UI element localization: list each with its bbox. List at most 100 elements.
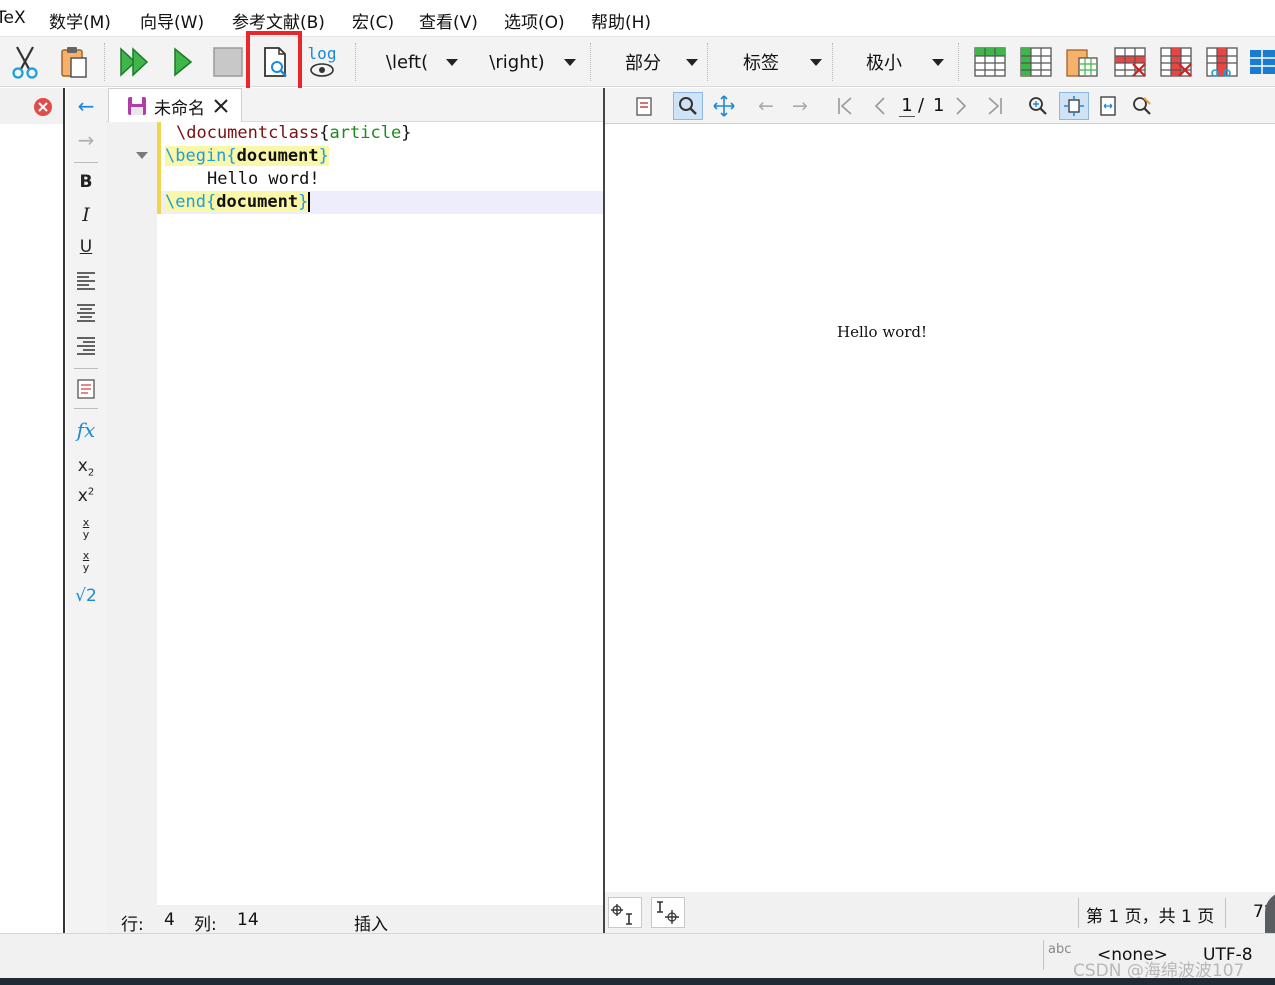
new-line-icon[interactable] [66, 378, 106, 405]
fold-arrow-icon[interactable] [136, 152, 148, 159]
menu-bar: TeX 数学(M) 向导(W) 参考文献(B) 宏(C) 查看(V) 选项(O)… [0, 0, 1275, 37]
menu-view[interactable]: 查看(V) [419, 8, 478, 33]
menu-wizard[interactable]: 向导(W) [140, 8, 204, 33]
side-separator [74, 162, 98, 163]
side-toolbar: ← → B I U fx x2 x2 xy xy √2 [66, 88, 106, 933]
right-delimiter-combo[interactable]: \right) [470, 41, 582, 83]
dfrac-denominator: y [82, 561, 90, 574]
menu-tex[interactable]: TeX [0, 8, 26, 28]
view-log-icon[interactable]: log [302, 42, 342, 82]
toolbar-separator [832, 43, 833, 81]
fit-page-icon[interactable] [1093, 92, 1123, 120]
align-right-icon[interactable] [66, 336, 106, 363]
token-text: Hello word! [207, 169, 320, 189]
code-line: \begin{document} [157, 145, 603, 168]
italic-button[interactable]: I [66, 204, 106, 226]
cut-icon[interactable] [5, 42, 45, 82]
zoom-tool-icon[interactable] [1127, 92, 1157, 120]
history-back-icon[interactable]: ← [751, 92, 781, 120]
spellcheck-icon[interactable]: abc [1048, 942, 1071, 957]
scroll-tool-icon[interactable] [709, 92, 739, 120]
stop-icon[interactable] [208, 42, 248, 82]
side-separator [74, 408, 98, 409]
sqrt-button[interactable]: √2 [66, 586, 106, 606]
function-button[interactable]: fx [66, 418, 106, 442]
token-argument: document [236, 146, 319, 166]
dfrac-button[interactable]: xy [66, 550, 106, 574]
back-arrow-icon[interactable]: ← [66, 94, 106, 118]
token-command: \end [165, 192, 206, 212]
insert-mode[interactable]: 插入 [354, 910, 388, 935]
forward-arrow-icon[interactable]: → [66, 128, 106, 152]
history-forward-icon[interactable]: → [785, 92, 815, 120]
sync-from-source-icon[interactable] [608, 897, 642, 928]
token-brace: { [226, 146, 237, 166]
sync-to-source-icon[interactable] [651, 897, 685, 928]
code-line: Hello word! [157, 168, 603, 191]
pdf-page[interactable]: Hello word! [605, 124, 1275, 892]
magnifier-tool-icon[interactable] [673, 92, 703, 120]
superscript-button[interactable]: x2 [66, 486, 106, 506]
token-brace: } [401, 123, 412, 143]
token-brace: } [298, 192, 309, 212]
next-page-icon[interactable] [946, 92, 976, 120]
fit-width-icon[interactable] [1059, 92, 1089, 120]
reference-combo[interactable]: 标签 [712, 41, 828, 83]
token-brace: } [318, 146, 329, 166]
remove-column-icon[interactable] [1156, 42, 1196, 82]
main-toolbar: log \left( \right) 部分 标签 极小 [0, 37, 1275, 87]
add-row-icon[interactable] [970, 42, 1010, 82]
underline-button[interactable]: U [66, 237, 106, 257]
zoom-in-icon[interactable] [1023, 92, 1053, 120]
menu-macros[interactable]: 宏(C) [352, 8, 394, 33]
close-panel-icon[interactable] [33, 97, 53, 122]
column-label: 列: [194, 915, 217, 935]
token-argument: document [216, 192, 299, 212]
chevron-down-icon [446, 58, 458, 66]
menu-bibliography[interactable]: 参考文献(B) [232, 8, 325, 33]
left-delimiter-combo[interactable]: \left( [368, 41, 464, 83]
code-editor[interactable]: \documentclass{article} \begin{document}… [157, 122, 603, 905]
menu-help[interactable]: 帮助(H) [591, 8, 651, 33]
last-page-icon[interactable] [980, 92, 1010, 120]
tab-untitled[interactable]: 未命名 [108, 88, 242, 123]
add-column-icon[interactable] [1016, 42, 1056, 82]
toolbar-separator [958, 43, 959, 81]
compile-icon[interactable] [162, 42, 202, 82]
font-size-combo[interactable]: 极小 [836, 41, 950, 83]
subscript-index: 2 [87, 467, 95, 479]
token-brace: { [205, 192, 217, 212]
paste-table-icon[interactable] [1062, 42, 1102, 82]
line-gutter [106, 122, 157, 905]
align-left-icon[interactable] [66, 271, 106, 298]
status-separator [1043, 940, 1044, 970]
status-separator [1078, 898, 1079, 928]
sectioning-combo[interactable]: 部分 [600, 41, 704, 83]
menu-options[interactable]: 选项(O) [504, 8, 565, 33]
build-and-view-icon[interactable] [114, 42, 154, 82]
paste-icon[interactable] [54, 42, 94, 82]
bold-button[interactable]: B [66, 172, 106, 192]
menu-math[interactable]: 数学(M) [49, 8, 111, 33]
row-label: 行: [121, 915, 144, 935]
superscript-base: x [77, 486, 88, 506]
main-status-bar: abc <none> UTF-8 CSDN @海绵波波107 [0, 933, 1275, 981]
right-delimiter-value: \right) [489, 51, 545, 73]
token-argument: article [329, 123, 402, 143]
table-icon[interactable] [1248, 42, 1275, 82]
fraction-button[interactable]: xy [66, 517, 106, 541]
structure-panel-header [0, 88, 63, 124]
previous-page-icon[interactable] [865, 92, 895, 120]
sync-icon[interactable] [629, 92, 659, 120]
token-command: \begin [165, 146, 227, 166]
close-tab-icon[interactable] [213, 98, 229, 114]
subscript-button[interactable]: x2 [66, 456, 106, 478]
save-icon[interactable] [127, 96, 147, 116]
first-page-icon[interactable] [830, 92, 860, 120]
toolbar-separator [590, 43, 591, 81]
remove-row-icon[interactable] [1110, 42, 1150, 82]
token-command: \documentclass [176, 123, 320, 143]
align-center-icon[interactable] [66, 303, 106, 330]
cut-column-icon[interactable] [1202, 42, 1242, 82]
page-number-input[interactable]: 1 [899, 95, 915, 117]
